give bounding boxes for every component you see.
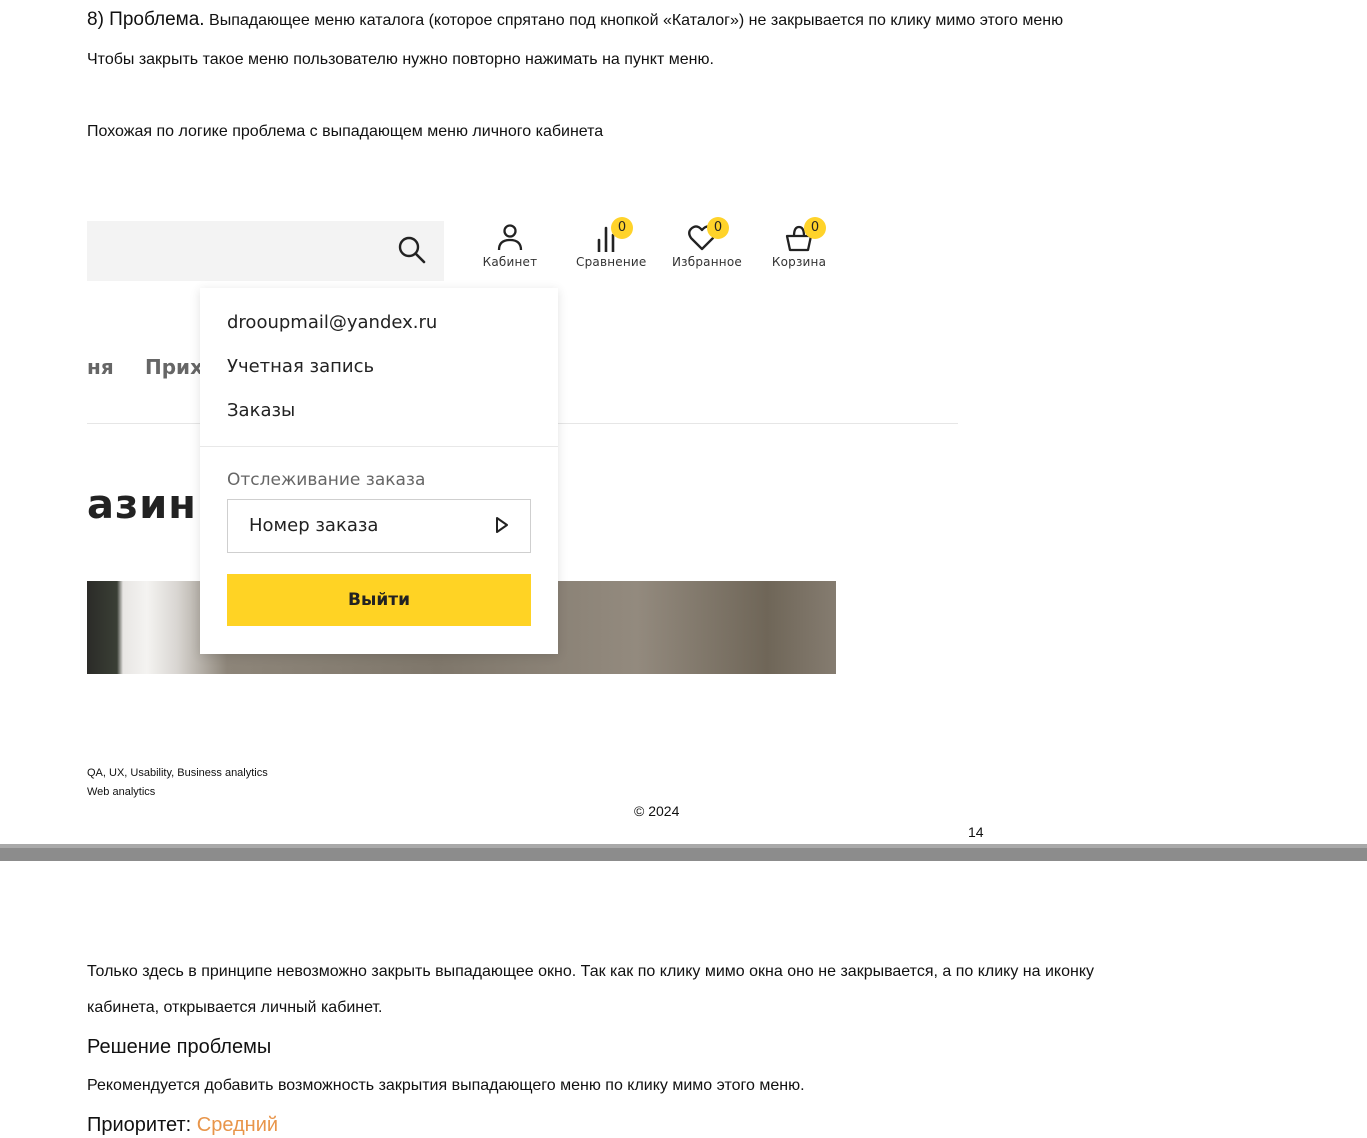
search-icon[interactable]	[397, 235, 427, 265]
page15-paragraph-line2: кабинета, открывается личный кабинет.	[87, 999, 383, 1016]
header-cabinet[interactable]: Кабинет	[480, 222, 540, 269]
header-favorites[interactable]: 0 Избранное	[672, 217, 742, 269]
nav-item-partial-left[interactable]: ня	[87, 355, 114, 379]
page-break-highlight	[0, 844, 1367, 848]
order-number-placeholder: Номер заказа	[249, 515, 379, 536]
header-favorites-label: Избранное	[672, 255, 742, 269]
priority-label: Приоритет:	[87, 1114, 192, 1136]
footer-tags-line2: Web analytics	[87, 786, 156, 798]
dropdown-separator	[200, 446, 558, 447]
cart-badge: 0	[804, 217, 826, 239]
page15-paragraph-line1: Только здесь в принципе невозможно закры…	[87, 963, 1095, 980]
solution-heading: Решение проблемы	[87, 1036, 272, 1058]
account-dropdown: drooupmail@yandex.ru Учетная запись Зака…	[200, 288, 558, 654]
problem-description: Выпадающее меню каталога (которое спрята…	[209, 12, 1064, 29]
favorites-badge: 0	[707, 217, 729, 239]
footer-tags-line1: QA, UX, Usability, Business analytics	[87, 767, 268, 779]
search-input[interactable]	[87, 221, 444, 281]
priority-line: Приоритет: Средний	[87, 1113, 278, 1137]
similar-problem-text: Похожая по логике проблема с выпадающем …	[87, 123, 604, 140]
order-tracking-label: Отслеживание заказа	[227, 470, 426, 490]
page-number: 14	[968, 824, 984, 840]
page-heading-partial: азин	[87, 482, 197, 528]
priority-value: Средний	[196, 1114, 279, 1136]
play-submit-icon[interactable]	[494, 515, 510, 535]
logout-button[interactable]: Выйти	[227, 574, 531, 626]
explanation-text: Чтобы закрыть такое меню пользователю ну…	[87, 51, 714, 68]
problem-title: 8) Проблема.	[87, 9, 205, 30]
solution-text: Рекомендуется добавить возможность закры…	[87, 1077, 805, 1094]
dropdown-orders-link[interactable]: Заказы	[227, 400, 295, 421]
user-icon	[497, 224, 523, 251]
dropdown-email: drooupmail@yandex.ru	[227, 312, 438, 333]
header-cabinet-label: Кабинет	[482, 255, 538, 269]
header-compare-label: Сравнение	[576, 255, 647, 269]
header-cart[interactable]: 0 Корзина	[769, 217, 829, 269]
copyright: © 2024	[634, 803, 680, 819]
problem-line: 8) Проблема. Выпадающее меню каталога (к…	[87, 10, 1063, 31]
dropdown-account-link[interactable]: Учетная запись	[227, 356, 374, 377]
header-cart-label: Корзина	[771, 255, 827, 269]
header-compare[interactable]: 0 Сравнение	[576, 217, 647, 269]
nav-item-partial-right[interactable]: Прих	[145, 355, 203, 379]
order-number-input[interactable]: Номер заказа	[227, 499, 531, 553]
embedded-screenshot: Кабинет 0 Сравнение 0 Избранное 0 Корзин…	[87, 200, 987, 680]
compare-badge: 0	[611, 217, 633, 239]
